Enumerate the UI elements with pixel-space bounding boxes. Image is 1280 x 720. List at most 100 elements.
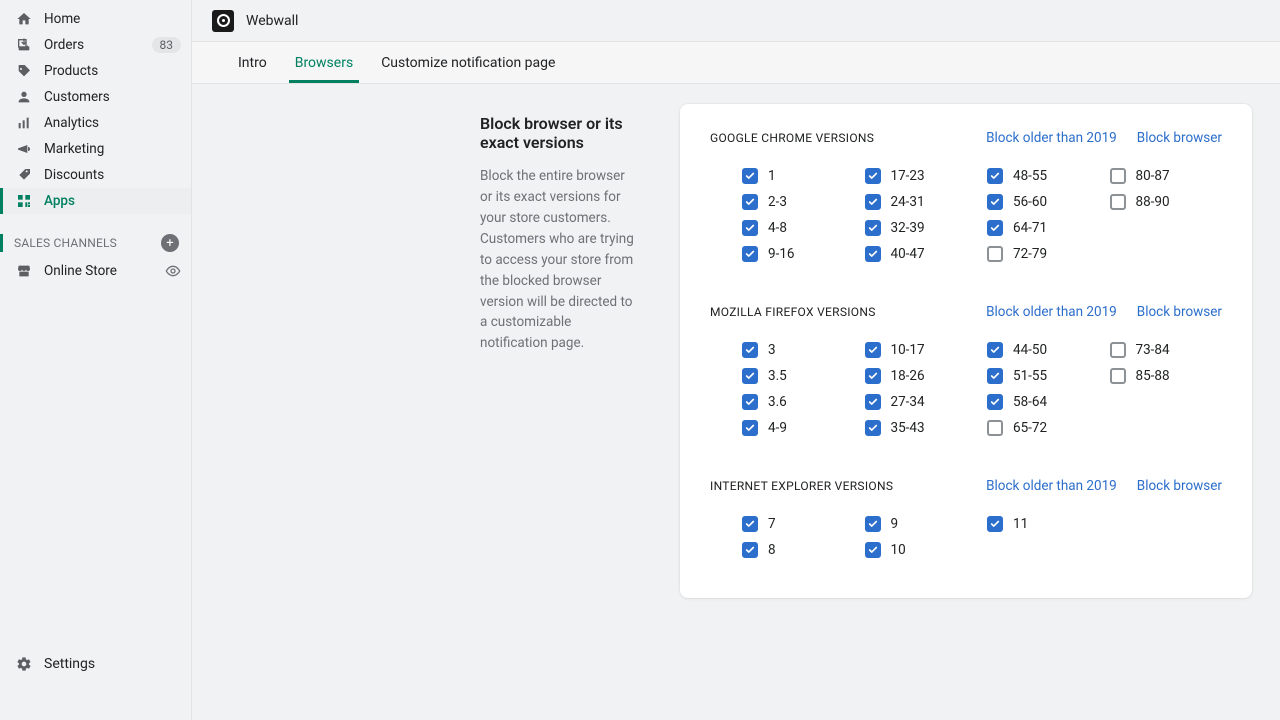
block-browser-link[interactable]: Block browser xyxy=(1137,478,1222,494)
version-option[interactable]: 18-26 xyxy=(865,368,978,384)
sidebar-item-home[interactable]: Home xyxy=(0,6,191,32)
checkbox-icon[interactable] xyxy=(865,420,881,436)
checkbox-icon[interactable] xyxy=(1110,342,1126,358)
checkbox-icon[interactable] xyxy=(987,194,1003,210)
version-option[interactable]: 3 xyxy=(742,342,855,358)
checkbox-icon[interactable] xyxy=(865,368,881,384)
checkbox-icon[interactable] xyxy=(987,420,1003,436)
checkbox-icon[interactable] xyxy=(987,368,1003,384)
checkbox-icon[interactable] xyxy=(865,342,881,358)
version-option[interactable]: 1 xyxy=(742,168,855,184)
checkbox-icon[interactable] xyxy=(865,394,881,410)
version-option[interactable]: 80-87 xyxy=(1110,168,1223,184)
version-option[interactable]: 7 xyxy=(742,516,855,532)
tab-customize-notification-page[interactable]: Customize notification page xyxy=(367,42,569,83)
checkbox-icon[interactable] xyxy=(865,246,881,262)
version-label: 44-50 xyxy=(1013,342,1047,358)
checkbox-icon[interactable] xyxy=(742,368,758,384)
checkbox-icon[interactable] xyxy=(742,394,758,410)
sidebar-channel-online-store[interactable]: Online Store xyxy=(0,258,191,284)
block-browser-link[interactable]: Block browser xyxy=(1137,304,1222,320)
version-option[interactable]: 65-72 xyxy=(987,420,1100,436)
sidebar-item-customers[interactable]: Customers xyxy=(0,84,191,110)
checkbox-icon[interactable] xyxy=(865,168,881,184)
checkbox-icon[interactable] xyxy=(865,516,881,532)
version-option[interactable]: 73-84 xyxy=(1110,342,1223,358)
checkbox-icon[interactable] xyxy=(742,420,758,436)
eye-icon[interactable] xyxy=(165,263,181,279)
version-option[interactable]: 3.6 xyxy=(742,394,855,410)
checkbox-icon[interactable] xyxy=(865,542,881,558)
version-option[interactable]: 48-55 xyxy=(987,168,1100,184)
checkbox-icon[interactable] xyxy=(987,246,1003,262)
checkbox-icon[interactable] xyxy=(865,194,881,210)
version-option[interactable]: 10 xyxy=(865,542,978,558)
version-option[interactable]: 56-60 xyxy=(987,194,1100,210)
version-option[interactable]: 85-88 xyxy=(1110,368,1223,384)
version-option[interactable]: 9 xyxy=(865,516,978,532)
version-label: 24-31 xyxy=(891,194,925,210)
customers-icon xyxy=(14,89,34,105)
add-channel-icon[interactable]: + xyxy=(161,234,179,252)
version-option[interactable]: 8 xyxy=(742,542,855,558)
checkbox-icon[interactable] xyxy=(987,220,1003,236)
sidebar-item-marketing[interactable]: Marketing xyxy=(0,136,191,162)
version-option[interactable]: 32-39 xyxy=(865,220,978,236)
checkbox-icon[interactable] xyxy=(987,342,1003,358)
checkbox-icon[interactable] xyxy=(1110,368,1126,384)
checkbox-icon[interactable] xyxy=(865,220,881,236)
version-grid: 1 2-3 4-8 9-16 17-23 24-31 32-39 40-47 48-55 56-6… xyxy=(710,168,1222,262)
version-option[interactable]: 4-9 xyxy=(742,420,855,436)
version-label: 7 xyxy=(768,516,776,532)
checkbox-icon[interactable] xyxy=(742,194,758,210)
block-older-link[interactable]: Block older than 2019 xyxy=(986,478,1117,494)
version-option[interactable]: 17-23 xyxy=(865,168,978,184)
version-label: 35-43 xyxy=(891,420,925,436)
block-older-link[interactable]: Block older than 2019 xyxy=(986,304,1117,320)
sidebar-item-orders[interactable]: Orders83 xyxy=(0,32,191,58)
sidebar-item-products[interactable]: Products xyxy=(0,58,191,84)
version-option[interactable]: 58-64 xyxy=(987,394,1100,410)
block-older-link[interactable]: Block older than 2019 xyxy=(986,130,1117,146)
version-option[interactable]: 2-3 xyxy=(742,194,855,210)
version-option[interactable]: 72-79 xyxy=(987,246,1100,262)
version-option[interactable]: 44-50 xyxy=(987,342,1100,358)
sidebar-item-apps[interactable]: Apps xyxy=(0,188,191,214)
version-label: 51-55 xyxy=(1013,368,1047,384)
version-option[interactable]: 51-55 xyxy=(987,368,1100,384)
checkbox-icon[interactable] xyxy=(742,246,758,262)
checkbox-icon[interactable] xyxy=(1110,168,1126,184)
checkbox-icon[interactable] xyxy=(1110,194,1126,210)
app-logo-icon xyxy=(212,10,234,32)
checkbox-icon[interactable] xyxy=(987,168,1003,184)
content: Block browser or its exact versions Bloc… xyxy=(192,84,1280,720)
checkbox-icon[interactable] xyxy=(742,168,758,184)
version-option[interactable]: 9-16 xyxy=(742,246,855,262)
version-option[interactable]: 27-34 xyxy=(865,394,978,410)
version-option[interactable]: 35-43 xyxy=(865,420,978,436)
version-option[interactable]: 64-71 xyxy=(987,220,1100,236)
checkbox-icon[interactable] xyxy=(987,394,1003,410)
version-grid: 7 89 10 11 xyxy=(710,516,1222,558)
version-option[interactable]: 40-47 xyxy=(865,246,978,262)
browser-title: GOOGLE CHROME VERSIONS xyxy=(710,131,966,145)
tab-intro[interactable]: Intro xyxy=(224,42,281,83)
version-option[interactable]: 24-31 xyxy=(865,194,978,210)
sidebar-item-analytics[interactable]: Analytics xyxy=(0,110,191,136)
version-option[interactable]: 4-8 xyxy=(742,220,855,236)
checkbox-icon[interactable] xyxy=(987,516,1003,532)
checkbox-icon[interactable] xyxy=(742,516,758,532)
checkbox-icon[interactable] xyxy=(742,542,758,558)
version-option[interactable]: 3.5 xyxy=(742,368,855,384)
version-option[interactable]: 11 xyxy=(987,516,1100,532)
sidebar-item-settings[interactable]: Settings xyxy=(0,648,191,680)
tab-browsers[interactable]: Browsers xyxy=(281,42,367,83)
version-option[interactable]: 88-90 xyxy=(1110,194,1223,210)
sidebar-item-discounts[interactable]: Discounts xyxy=(0,162,191,188)
version-option[interactable]: 10-17 xyxy=(865,342,978,358)
checkbox-icon[interactable] xyxy=(742,342,758,358)
discounts-icon xyxy=(14,167,34,183)
block-browser-link[interactable]: Block browser xyxy=(1137,130,1222,146)
browser-title: INTERNET EXPLORER VERSIONS xyxy=(710,479,966,493)
checkbox-icon[interactable] xyxy=(742,220,758,236)
